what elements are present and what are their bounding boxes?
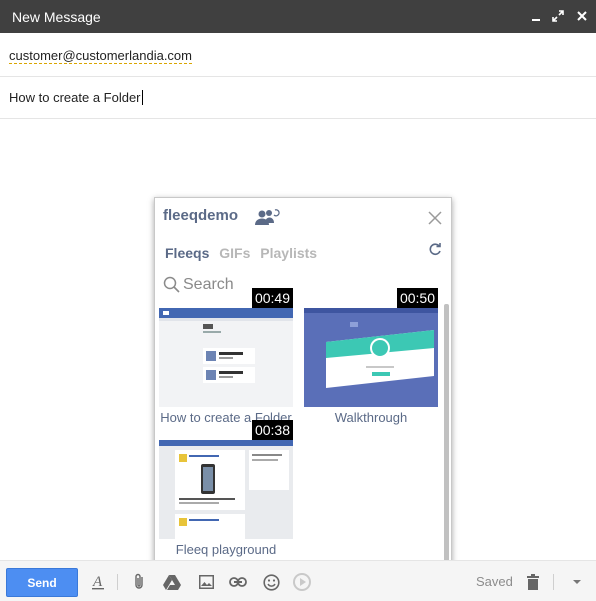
- trash-icon: [527, 574, 539, 590]
- svg-text:A: A: [92, 574, 103, 590]
- close-icon: [577, 11, 587, 21]
- formatting-button[interactable]: A: [88, 572, 108, 592]
- chevron-down-icon: [573, 580, 581, 584]
- send-button[interactable]: Send: [6, 568, 78, 597]
- link-icon: [229, 577, 247, 587]
- tab-bar: Fleeqs GIFs Playlists: [165, 245, 323, 261]
- refresh-icon[interactable]: [428, 242, 442, 256]
- close-popup-icon[interactable]: [428, 211, 442, 225]
- tab-playlists[interactable]: Playlists: [260, 245, 317, 261]
- video-title: Walkthrough: [334, 410, 408, 425]
- more-options-button[interactable]: [567, 572, 587, 592]
- tab-fleeqs[interactable]: Fleeqs: [165, 245, 209, 261]
- to-field[interactable]: customer@customerlandia.com: [0, 33, 596, 77]
- subject-field[interactable]: How to create a Folder: [0, 77, 596, 119]
- fleeq-popup: fleeqdemo Fleeqs GIFs Playlists Search 0…: [154, 197, 452, 566]
- duration-badge: 00:50: [396, 288, 438, 308]
- insert-link-button[interactable]: [228, 572, 248, 592]
- drive-button[interactable]: [162, 572, 182, 592]
- close-button[interactable]: [573, 7, 591, 25]
- emoji-button[interactable]: [261, 572, 281, 592]
- duration-badge: 00:38: [251, 420, 293, 440]
- search-input[interactable]: [183, 274, 423, 296]
- subject-input[interactable]: How to create a Folder: [9, 90, 143, 105]
- toolbar-divider: [117, 574, 118, 590]
- emoji-icon: [262, 573, 280, 591]
- fleeq-button[interactable]: [292, 572, 312, 592]
- brand-name: fleeqdemo: [163, 207, 239, 224]
- expand-icon: [552, 10, 564, 22]
- search-bar: [163, 274, 433, 296]
- video-thumbnail: [159, 440, 293, 539]
- window-title: New Message: [12, 9, 101, 25]
- minimize-icon: [532, 19, 540, 21]
- attach-button[interactable]: [130, 572, 150, 592]
- paperclip-icon: [135, 573, 143, 589]
- save-status: Saved: [476, 574, 513, 589]
- text-caret: [141, 90, 143, 105]
- search-icon: [163, 276, 180, 293]
- toolbar-divider: [553, 574, 554, 590]
- image-icon: [198, 575, 214, 589]
- pop-out-button[interactable]: [549, 7, 567, 25]
- insert-photo-button[interactable]: [196, 572, 216, 592]
- play-circle-icon: [293, 573, 311, 591]
- scrollbar[interactable]: [444, 304, 449, 562]
- recipient-chip[interactable]: customer@customerlandia.com: [9, 48, 192, 64]
- subject-text: How to create a Folder: [9, 90, 141, 105]
- video-thumbnail: [304, 308, 438, 407]
- video-title: Fleeq playground: [175, 542, 277, 557]
- drive-icon: [163, 575, 181, 590]
- discard-button[interactable]: [523, 572, 543, 592]
- compose-toolbar: Send A Saved: [0, 560, 596, 601]
- text-format-icon: A: [92, 574, 104, 590]
- minimize-button[interactable]: [527, 7, 545, 25]
- video-thumbnail: [159, 308, 293, 407]
- tab-gifs[interactable]: GIFs: [219, 245, 250, 261]
- compose-window: New Message customer@customerlandia.com …: [0, 0, 596, 601]
- team-icon[interactable]: [254, 208, 280, 226]
- title-bar: New Message: [0, 0, 596, 33]
- duration-badge: 00:49: [251, 288, 293, 308]
